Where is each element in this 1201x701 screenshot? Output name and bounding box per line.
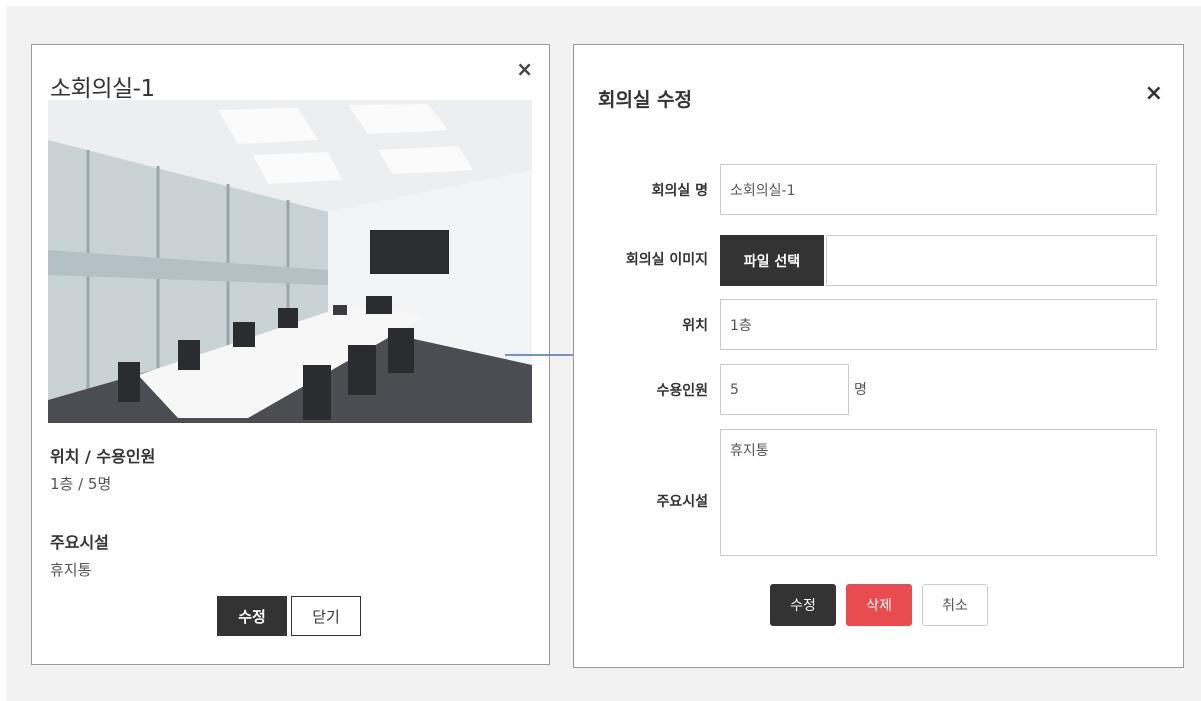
modal-button-group: 수정 삭제 취소 [770, 584, 988, 626]
close-button[interactable]: 닫기 [291, 596, 361, 636]
location-input[interactable]: 1층 [720, 299, 1157, 350]
edit-room-modal: 회의실 수정 × 회의실 명 소회의실-1 회의실 이미지 파일 선택 위치 1… [573, 44, 1184, 668]
facilities-label: 주요시설 [656, 494, 708, 510]
save-button[interactable]: 수정 [770, 584, 836, 626]
card-button-group: 수정 닫기 [217, 596, 361, 636]
delete-button[interactable]: 삭제 [846, 584, 912, 626]
room-name-label: 회의실 명 [651, 183, 708, 199]
room-title: 소회의실-1 [50, 76, 155, 102]
close-icon[interactable]: × [516, 59, 533, 79]
capacity-label: 수용인원 [656, 383, 708, 399]
location-label: 위치 [682, 318, 708, 334]
file-select-button[interactable]: 파일 선택 [720, 235, 824, 286]
edit-button[interactable]: 수정 [217, 596, 287, 636]
facilities-textarea[interactable]: 휴지통 [720, 429, 1157, 556]
room-name-input[interactable]: 소회의실-1 [720, 164, 1157, 215]
room-image-label: 회의실 이미지 [625, 252, 708, 268]
cancel-button[interactable]: 취소 [922, 584, 988, 626]
location-capacity-value: 1층 / 5명 [50, 475, 112, 493]
capacity-unit: 명 [854, 382, 867, 398]
facilities-value: 휴지통 [50, 561, 92, 579]
modal-title: 회의실 수정 [598, 89, 693, 111]
room-detail-card: 소회의실-1 × 위치 / 수용인원 1층 / 5명 주요시설 휴지통 수정 닫… [31, 44, 550, 665]
room-photo [48, 100, 532, 423]
close-icon[interactable]: × [1145, 83, 1163, 105]
facilities-label: 주요시설 [50, 533, 109, 552]
capacity-input[interactable]: 5 [720, 364, 849, 415]
location-capacity-label: 위치 / 수용인원 [50, 447, 156, 466]
file-name-field[interactable] [826, 235, 1157, 286]
